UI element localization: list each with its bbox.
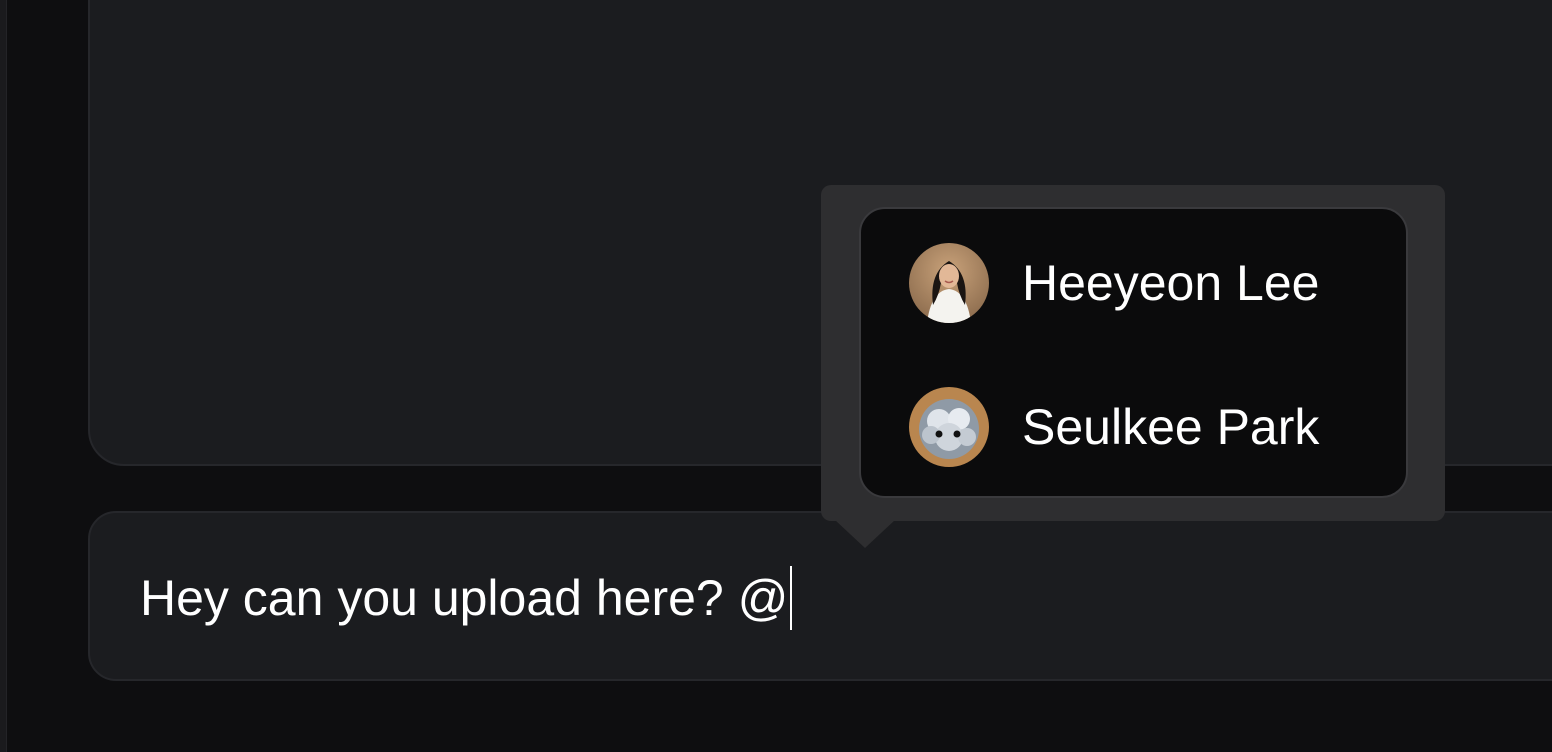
popover-arrow [835,520,895,548]
composer-text-field[interactable]: Hey can you upload here? @ [140,565,793,631]
composer-value: Hey can you upload here? @ [140,570,789,626]
text-caret [790,566,793,630]
person-avatar-icon [909,243,989,323]
mention-list: Heeyeon Lee Seulkee Park [859,207,1408,498]
mention-name: Seulkee Park [1022,399,1320,455]
message-composer[interactable]: Hey can you upload here? @ [88,511,1552,681]
avatar [909,243,989,323]
mention-option-seulkee-park[interactable]: Seulkee Park [909,385,1319,469]
avatar [909,387,989,467]
fluffy-creature-avatar-icon [909,387,989,467]
mention-name: Heeyeon Lee [1022,255,1320,311]
left-rail [0,0,7,752]
mention-option-heeyeon-lee[interactable]: Heeyeon Lee [909,241,1319,325]
app-window: Hey can you upload here? @ Heeyeon Lee S… [0,0,1552,752]
